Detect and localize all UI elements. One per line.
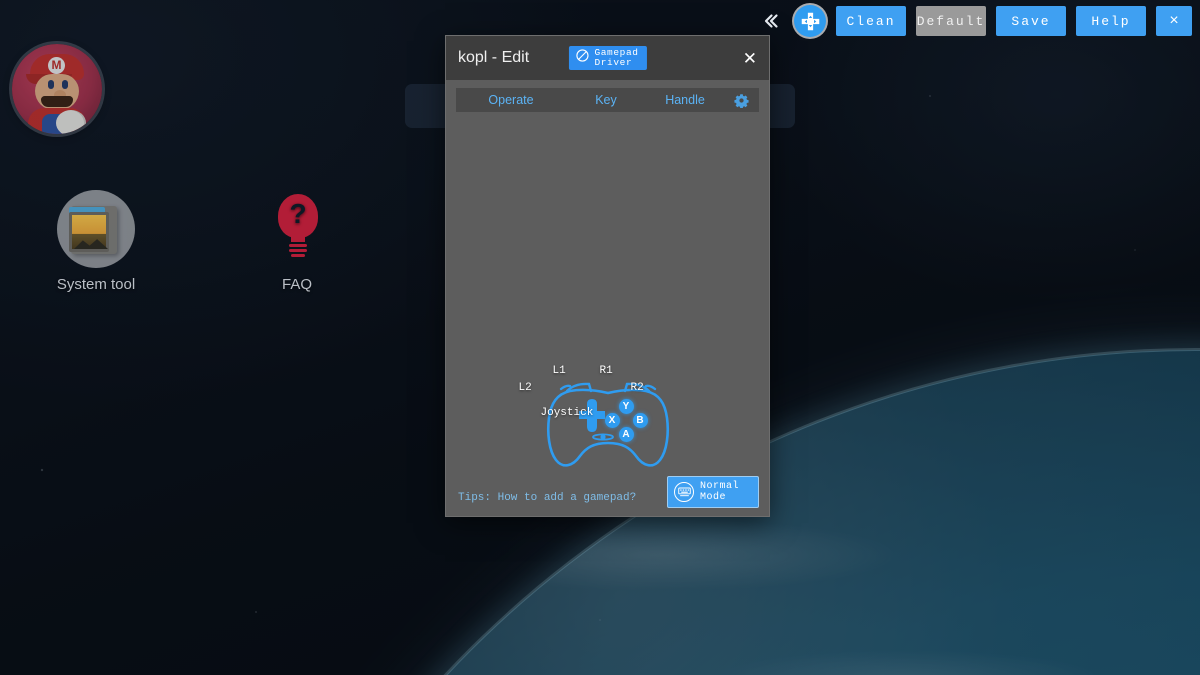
faq-thread-1: [289, 244, 307, 247]
keyboard-icon: [674, 482, 694, 502]
chevron-double-left-icon[interactable]: [758, 6, 784, 36]
mario-moustache: [41, 96, 73, 107]
gamepad-button-x[interactable]: X: [605, 413, 620, 428]
tips-link[interactable]: Tips: How to add a gamepad?: [458, 492, 636, 504]
column-headers: Operate Key Handle: [456, 88, 759, 112]
mario-eye-right: [62, 80, 68, 89]
clean-button[interactable]: Clean: [836, 6, 906, 36]
faq-thread-2: [289, 249, 307, 252]
faq-thread-3: [291, 254, 305, 257]
desktop-icon-faq[interactable]: FAQ: [237, 190, 357, 293]
gamepad-button-a[interactable]: A: [619, 427, 634, 442]
desktop-icon-label: System tool: [36, 276, 156, 293]
desktop: M System tool: [0, 0, 1200, 675]
save-button[interactable]: Save: [996, 6, 1066, 36]
gamepad-label-joystick: Joystick: [541, 407, 594, 419]
mario-glove: [56, 110, 86, 134]
column-header-key: Key: [566, 93, 646, 107]
close-icon[interactable]: ✕: [743, 50, 757, 67]
normal-mode-button[interactable]: Normal Mode: [667, 476, 759, 508]
help-button[interactable]: Help: [1076, 6, 1146, 36]
normal-mode-label: Normal Mode: [700, 481, 739, 503]
mario-eye-left: [48, 80, 54, 89]
mario-artwork: M: [12, 44, 102, 134]
no-entry-icon: [574, 48, 589, 68]
gamepad-label-r2: R2: [631, 382, 644, 394]
column-header-operate: Operate: [456, 93, 566, 107]
gamepad-button-b[interactable]: B: [633, 413, 648, 428]
gamepad-driver-button[interactable]: Gamepad Driver: [568, 46, 646, 70]
gear-icon[interactable]: [724, 93, 759, 108]
gamepad-button-y[interactable]: Y: [619, 399, 634, 414]
edit-dialog: kopl - Edit Gamepad Driver ✕ Operate Key: [445, 35, 770, 517]
faq-neck: [291, 234, 305, 242]
lightbulb-question-icon: [258, 190, 336, 268]
close-toolbar-button[interactable]: ×: [1156, 6, 1192, 36]
gamepad-label-l1: L1: [553, 365, 566, 377]
gamepad-label-l2: L2: [519, 382, 532, 394]
mario-cap-logo-icon: M: [48, 57, 65, 74]
desktop-icon-label: FAQ: [237, 276, 357, 293]
mode-line-2: Mode: [700, 492, 726, 503]
faq-bulb: [278, 194, 318, 238]
gamepad-driver-label: Gamepad Driver: [594, 48, 638, 68]
icon-photo: [69, 212, 109, 252]
gamepad-label-r1: R1: [600, 365, 613, 377]
dialog-body: Operate Key Handle: [446, 80, 769, 516]
mode-line-1: Normal: [700, 481, 739, 492]
column-header-handle: Handle: [646, 93, 724, 107]
desktop-icon-system-tool[interactable]: System tool: [36, 190, 156, 293]
mario-avatar[interactable]: M: [12, 44, 102, 134]
folder-photo-icon: [57, 190, 135, 268]
dialog-titlebar: kopl - Edit Gamepad Driver ✕: [446, 36, 769, 80]
driver-line-2: Driver: [594, 57, 632, 68]
faq-bulb-shape: [278, 194, 318, 260]
default-button[interactable]: Default: [916, 6, 986, 36]
floating-toolbar: Clean Default Save Help ×: [746, 0, 1200, 42]
dpad-icon[interactable]: [794, 5, 826, 37]
dialog-title: kopl - Edit: [458, 49, 529, 67]
gamepad-illustration: L2 L1 R1 R2 Joystick Y X B A: [523, 363, 693, 478]
